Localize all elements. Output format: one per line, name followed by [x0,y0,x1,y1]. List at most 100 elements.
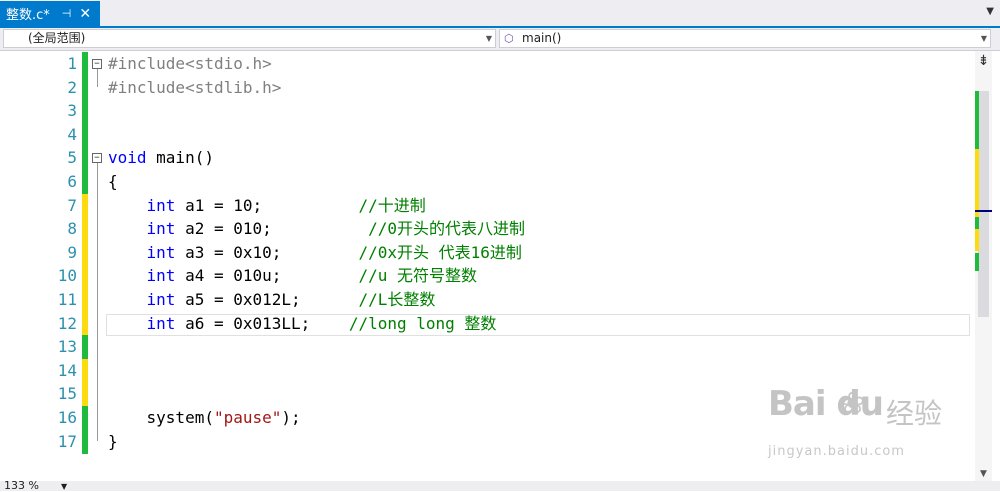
line-number: 16 [57,408,77,427]
split-icon[interactable]: ⇟ [975,53,992,69]
line-number: 3 [67,101,77,121]
chevron-down-icon: ▼ [980,34,987,43]
code-token: ); [281,408,301,427]
document-tab-strip: 整数.c* ⊣ ✕ ▼ [0,0,1000,26]
code-line[interactable]: } [108,430,118,454]
comment-token: //u 无符号整数 [358,266,478,286]
tab-overflow-icon[interactable]: ▼ [986,6,994,17]
line-number: 10 [57,266,77,286]
watermark-url: jingyan.baidu.com [768,444,905,459]
code-line[interactable]: int a3 = 0x10; //0x开头 代表16进制 [108,241,522,265]
scroll-down-icon[interactable]: ▼ [975,469,992,479]
scope-dropdown[interactable]: (全局范围) ▼ [3,29,496,48]
line-number: 12 [57,313,77,333]
preprocessor-token: #include<stdlib.h> [108,77,282,97]
line-number: 8 [67,219,77,239]
code-token: } [108,431,118,451]
watermark-cn: 经验 [886,397,943,430]
fold-guide-line [97,69,98,87]
code-line[interactable]: #include<stdlib.h> [108,76,281,100]
line-number-gutter: 1 2 3 4 5 6 7 8 9 10 11 12 13 14 15 16 17 [30,51,80,481]
change-indicator [82,288,88,313]
close-icon[interactable]: ✕ [79,6,91,22]
code-line[interactable]: system("pause"); [108,406,301,430]
line-number: 11 [57,290,77,309]
fold-guide-line [97,163,98,441]
string-token: "pause" [213,408,282,427]
navigation-bar: (全局范围) ▼ ⬡ main() ▼ [0,28,1000,51]
scroll-thumb[interactable] [978,91,989,317]
collapse-icon[interactable]: − [92,153,102,164]
change-marker [975,149,979,217]
line-number: 14 [57,360,77,380]
change-indicator [82,146,88,171]
preprocessor-token: #include<stdio.h> [108,54,272,73]
code-token: a5 = 0x012L; [175,290,359,309]
change-marker [975,229,979,251]
keyword-token: int [146,242,176,262]
status-strip: 133 % ▼ [0,479,1000,492]
tab-title: 整数.c* [6,8,50,23]
zoom-level: 133 % [4,479,39,492]
line-number: 6 [67,172,77,191]
function-icon: ⬡ [504,32,514,45]
code-token: a6 = 0x013LL; [175,313,349,333]
paw-icon: ❀ [840,386,866,421]
keyword-token: void [108,148,147,168]
code-line[interactable]: int a4 = 010u; //u 无符号整数 [108,264,477,288]
keyword-token: int [146,219,176,239]
code-line[interactable]: int a6 = 0x013LL; //long long 整数 [108,312,497,336]
member-dropdown[interactable]: ⬡ main() ▼ [499,29,991,48]
change-indicator [82,311,88,336]
line-number: 15 [57,384,77,404]
line-number: 4 [67,124,77,144]
code-token: system( [108,408,214,427]
change-indicator [82,382,88,407]
code-token: a3 = 0x10; [175,242,359,262]
line-number: 13 [57,337,77,357]
comment-token: //0开头的代表八进制 [368,219,525,239]
chevron-down-icon: ▼ [485,34,492,43]
scope-label: (全局范围) [28,31,86,45]
code-token: a4 = 010u; [175,266,359,286]
caret-position-marker [975,210,992,212]
comment-token: //十进制 [358,195,426,215]
code-line[interactable]: #include<stdio.h> [108,52,272,76]
line-number: 7 [67,195,77,215]
change-marker [975,91,979,149]
chevron-down-icon: ▼ [60,482,68,491]
line-number: 5 [67,148,77,168]
change-marker [975,253,979,271]
change-indicator [82,52,88,77]
baidu-watermark: Bai du ❀ 经验 jingyan.baidu.com [768,384,948,464]
line-number: 17 [57,431,77,451]
keyword-token: int [146,266,176,286]
vertical-scrollbar[interactable]: ⇟ ▼ [975,51,992,481]
code-line[interactable]: int a5 = 0x012L; //L长整数 [108,288,436,312]
pin-icon[interactable]: ⊣ [62,7,72,20]
zoom-control[interactable]: 133 % ▼ [4,479,68,492]
change-indicator [82,217,88,242]
line-number: 2 [67,77,77,97]
change-indicator [82,429,88,454]
comment-token: //long long 整数 [348,313,497,333]
code-line[interactable]: int a2 = 010; //0开头的代表八进制 [108,217,525,241]
change-marker [975,217,979,229]
code-line[interactable]: int a1 = 10; //十进制 [108,194,426,218]
document-tab[interactable]: 整数.c* ⊣ ✕ [0,1,100,26]
collapse-icon[interactable]: − [92,59,102,69]
keyword-token: int [146,313,176,333]
change-indicator [82,358,88,383]
line-number: 1 [67,54,77,73]
code-line[interactable]: void main() [108,146,214,170]
code-line[interactable]: { [108,170,118,194]
change-indicator [82,99,88,124]
code-token: main() [146,148,214,168]
member-label: main() [522,31,562,45]
keyword-token: int [146,195,176,215]
change-indicator [82,170,88,195]
